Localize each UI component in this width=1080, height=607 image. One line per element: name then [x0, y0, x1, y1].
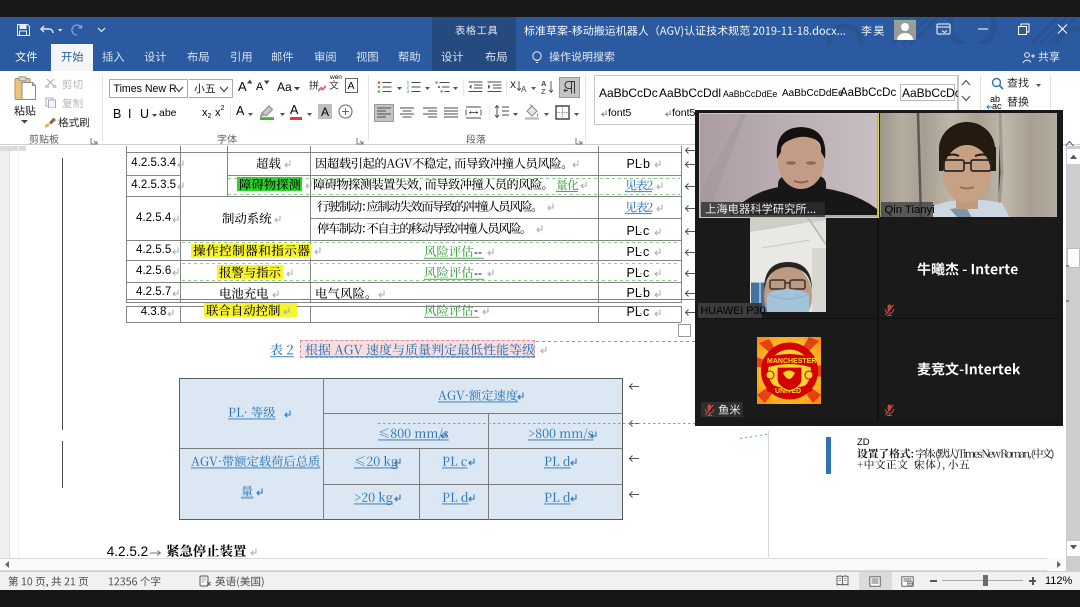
svg-text:A: A	[521, 85, 527, 93]
svg-text:Z: Z	[541, 87, 546, 95]
svg-text:MANCHESTER: MANCHESTER	[767, 358, 816, 365]
svg-text:3: 3	[407, 89, 410, 94]
